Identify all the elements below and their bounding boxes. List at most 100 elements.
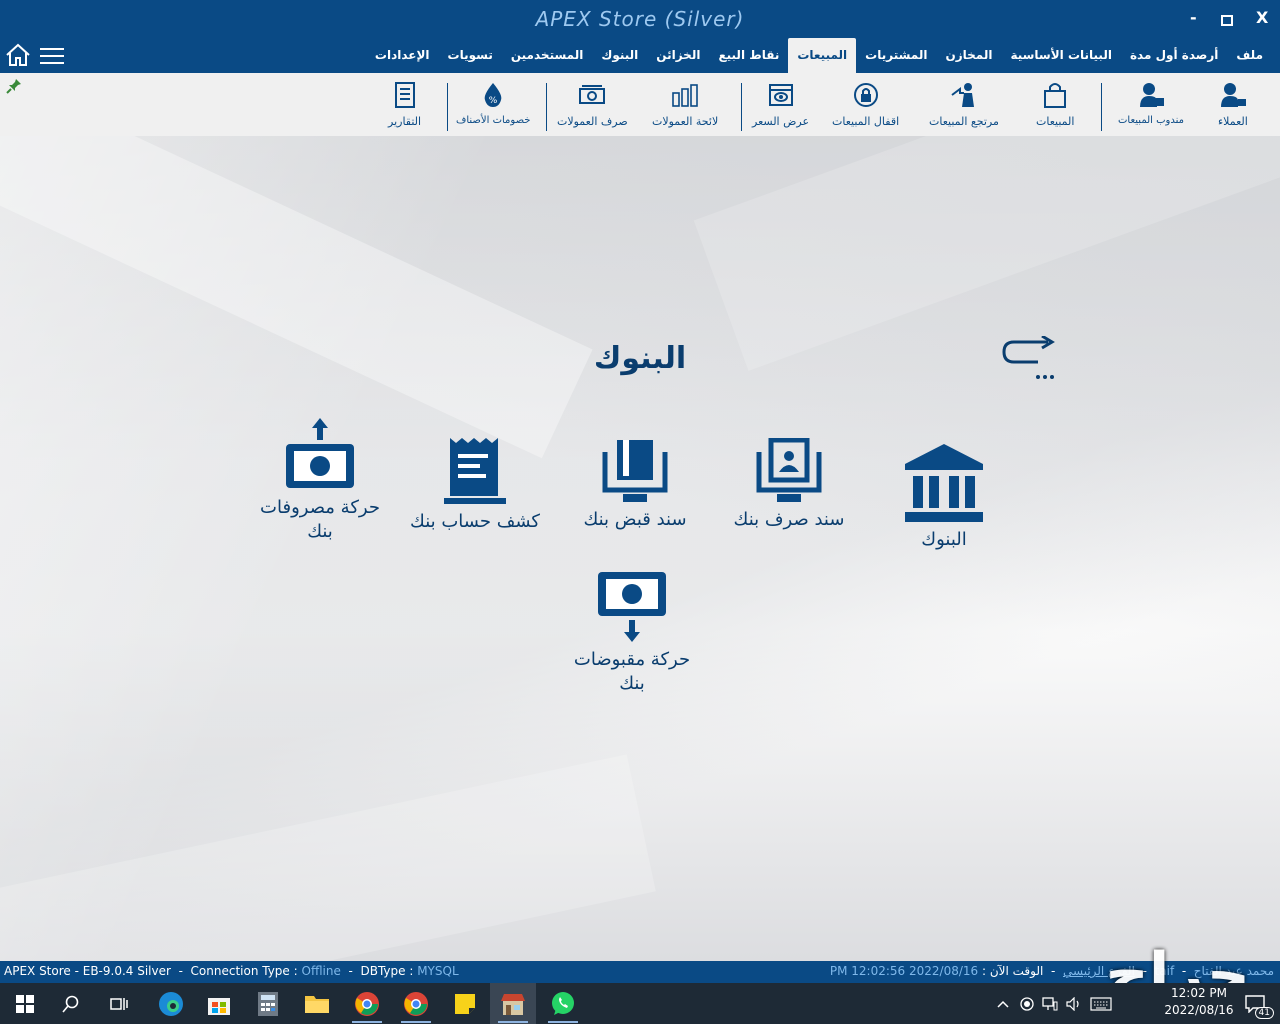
bank-statement-icon: [444, 438, 506, 504]
chrome-icon: [404, 991, 428, 1016]
ribbon-customers-button[interactable]: العملاء: [1218, 81, 1248, 135]
close-button[interactable]: X: [1256, 8, 1268, 27]
ribbon-reports-button[interactable]: التقارير: [388, 81, 421, 135]
connection-label: Connection Type :: [190, 964, 298, 978]
ribbon-item-discounts-button[interactable]: % خصومات الأصناف: [456, 81, 530, 135]
taskbar-whatsapp[interactable]: [540, 983, 586, 1024]
record-icon[interactable]: [1020, 996, 1034, 1011]
status-left: APEX Store - EB-9.0.4 Silver - Connectio…: [4, 964, 459, 978]
keyboard-icon[interactable]: [1090, 996, 1112, 1011]
taskbar-chrome-1[interactable]: [344, 983, 390, 1024]
taskbar-clock[interactable]: 12:02 PM 2022/08/16: [1164, 985, 1234, 1019]
ribbon-toolbar: العملاء مندوب المبيعات المبيعات مرتجع ال…: [0, 73, 1280, 136]
task-view-icon: [110, 997, 128, 1010]
tile-label: سند صرف بنك: [733, 509, 845, 530]
pin-icon[interactable]: [6, 78, 22, 94]
notification-center-button[interactable]: 41: [1232, 983, 1278, 1024]
whatsapp-icon: [552, 991, 574, 1015]
tab-opening-balances[interactable]: أرصدة أول مدة: [1121, 38, 1227, 73]
taskbar-edge[interactable]: [148, 983, 194, 1024]
tab-pos[interactable]: نقاط البيع: [709, 38, 788, 73]
tile-bank-statement[interactable]: كشف حساب بنك: [405, 436, 545, 534]
volume-icon[interactable]: [1066, 996, 1082, 1011]
time-label: الوقت الآن :: [981, 964, 1044, 978]
hamburger-menu-icon[interactable]: [40, 46, 64, 66]
time-value: 2022/08/16 12:02:56 PM: [829, 964, 979, 978]
discount-icon: %: [484, 83, 502, 107]
lock-icon: [853, 83, 878, 107]
tab-sales[interactable]: المبيعات: [788, 38, 857, 73]
maximize-button[interactable]: [1221, 11, 1233, 30]
ribbon-commission-list-button[interactable]: لائحة العمولات: [652, 81, 718, 135]
search-button[interactable]: [48, 983, 94, 1024]
tile-bank-receipt-voucher[interactable]: سند قبض بنك: [574, 438, 696, 532]
search-icon: [62, 995, 79, 1013]
bank-receipt-voucher-icon: [602, 440, 668, 502]
taskbar-sticky-notes[interactable]: [442, 983, 488, 1024]
tab-settings[interactable]: الإعدادات: [366, 38, 439, 73]
ribbon-separator: [546, 83, 547, 131]
tab-warehouses[interactable]: المخازن: [936, 38, 1001, 73]
microsoft-store-icon: [208, 997, 230, 1015]
tile-bank-receipts[interactable]: حركة مقبوضات بنك: [566, 572, 698, 696]
tab-basic-data[interactable]: البيانات الأساسية: [1001, 38, 1121, 73]
maximize-icon: [1221, 15, 1233, 26]
minimize-button[interactable]: -: [1190, 8, 1197, 27]
db-type-label: DBType :: [360, 964, 414, 978]
back-arrow-icon[interactable]: [998, 336, 1058, 386]
home-icon[interactable]: [5, 42, 31, 68]
tab-users[interactable]: المستخدمين: [502, 38, 592, 73]
taskbar-file-explorer[interactable]: [294, 983, 340, 1024]
windows-logo-icon: [16, 994, 34, 1013]
network-icon[interactable]: [1042, 996, 1058, 1011]
sales-return-icon: [951, 83, 974, 107]
taskbar-chrome-2[interactable]: [393, 983, 439, 1024]
title-bar: APEX Store (Silver) - X: [0, 0, 1280, 38]
tile-bank-expenses[interactable]: حركة مصروفات بنك: [256, 416, 384, 544]
start-button[interactable]: [2, 983, 48, 1024]
taskbar: 12:02 PM 2022/08/16 41: [0, 983, 1280, 1024]
tile-label: سند قبض بنك: [583, 509, 687, 530]
ribbon-label: التقارير: [388, 115, 422, 128]
taskbar-store[interactable]: [196, 983, 242, 1024]
tile-banks[interactable]: البنوك: [884, 442, 1004, 552]
tab-banks[interactable]: البنوك: [592, 38, 647, 73]
chrome-icon: [355, 991, 379, 1016]
price-quote-icon: [768, 84, 793, 106]
coins-icon: [672, 84, 698, 107]
calculator-icon: [258, 991, 278, 1016]
app-version: APEX Store - EB-9.0.4 Silver: [4, 964, 171, 978]
ribbon-sales-rep-button[interactable]: مندوب المبيعات: [1118, 81, 1184, 135]
ribbon-price-quote-button[interactable]: عرض السعر: [752, 81, 809, 135]
background-facet: [0, 136, 593, 459]
tile-label: البنوك: [921, 529, 967, 550]
folder-icon: [305, 995, 329, 1013]
tab-purchases[interactable]: المشتريات: [856, 38, 936, 73]
tab-settlements[interactable]: تسويات: [439, 38, 502, 73]
ribbon-label: مندوب المبيعات: [1118, 115, 1184, 126]
status-separator: -: [1051, 964, 1056, 978]
bank-receipts-icon: [598, 572, 666, 642]
bank-expenses-icon: [286, 418, 354, 488]
ribbon-pay-commissions-button[interactable]: صرف العمولات: [557, 81, 628, 135]
ribbon-sales-return-button[interactable]: مرتجع المبيعات: [929, 81, 999, 135]
ribbon-label: لائحة العمولات: [652, 115, 719, 128]
sticky-notes-icon: [455, 993, 475, 1014]
tile-bank-payment-voucher[interactable]: سند صرف بنك: [726, 438, 852, 532]
taskbar-apex-store[interactable]: [490, 983, 536, 1024]
chevron-up-icon[interactable]: [996, 999, 1010, 1009]
ribbon-separator: [447, 83, 448, 131]
clock-time: 12:02 PM: [1171, 986, 1227, 1000]
ribbon-sales-button[interactable]: المبيعات: [1036, 81, 1074, 135]
ribbon-label: عرض السعر: [752, 115, 810, 128]
background-facet: [0, 754, 656, 961]
ribbon-label: خصومات الأصناف: [456, 115, 531, 126]
tab-file[interactable]: ملف: [1227, 38, 1272, 73]
ribbon-close-sales-button[interactable]: اقفال المبيعات: [832, 81, 899, 135]
taskbar-calculator[interactable]: [245, 983, 291, 1024]
window-title: APEX Store (Silver): [535, 7, 745, 31]
task-view-button[interactable]: [96, 983, 142, 1024]
ribbon-separator: [741, 83, 742, 131]
tab-treasuries[interactable]: الخزائن: [647, 38, 709, 73]
ribbon-label: مرتجع المبيعات: [929, 115, 999, 128]
